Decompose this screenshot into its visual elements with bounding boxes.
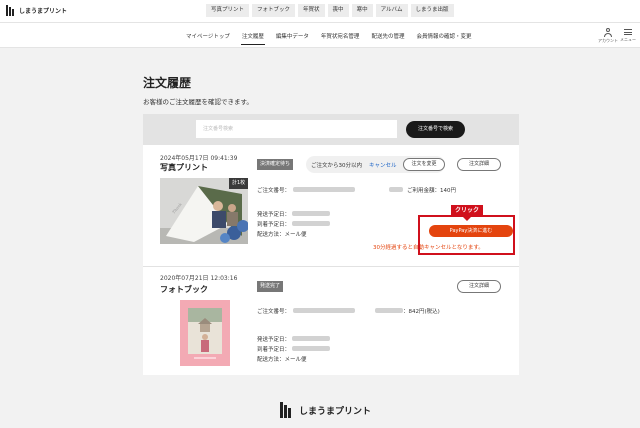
photobook-cover-image [180, 300, 230, 366]
annotation-arrow-icon [463, 217, 471, 221]
order-number-value [293, 187, 355, 192]
top-bar: しまうまプリント 写真プリント フォトブック 年賀状 喪中 寒中 アルバム しま… [0, 0, 640, 22]
footer-brand-logo[interactable]: しまうまプリント [280, 402, 371, 418]
order-product-name: フォトブック [160, 285, 208, 294]
page-subtitle: お客様のご注文履歴を確認できます。 [143, 98, 253, 106]
tab-photo-print[interactable]: 写真プリント [206, 4, 250, 17]
order-card: 2020年07月21日 12:03:16 フォトブック 発送完了 注文詳細 ご注… [143, 267, 519, 375]
order-price: ：842円(税込) [403, 309, 440, 315]
tab-kanchu[interactable]: 寒中 [351, 4, 373, 17]
order-detail-button[interactable]: 注文詳細 [457, 280, 501, 293]
order-number-value [293, 308, 355, 313]
arrival-date-label: 到着予定日： [257, 222, 291, 228]
menu-label: メニュー [620, 37, 636, 42]
photo-count-badge: 計1枚 [229, 178, 249, 189]
click-annotation-label: クリック [451, 205, 484, 217]
order-product-name: 写真プリント [160, 163, 208, 172]
ship-date-value [292, 211, 330, 216]
footer-brand-name: しまうまプリント [299, 406, 372, 417]
subnav-order-history[interactable]: 注文履歴 [240, 32, 265, 45]
order-date: 2024年05月17日 09:41:39 [160, 155, 238, 162]
order-search-bar: 注文番号で検索 [143, 114, 519, 145]
order-number-search-input[interactable] [196, 120, 397, 138]
order-number-label: ご注文番号： [257, 188, 291, 194]
delivery-method: 配送方法：メール便 [257, 232, 307, 238]
ship-date-label: 発送予定日： [257, 337, 291, 343]
zebra-logo-icon [6, 5, 16, 16]
status-badge: 決済確定待ち [257, 159, 294, 170]
cancel-order-link[interactable]: キャンセル [369, 161, 397, 169]
arrival-date-value [292, 221, 330, 226]
cancel-window-note: ご注文から30分以内 [311, 163, 362, 169]
page-title: 注文履歴 [143, 76, 192, 90]
order-date: 2020年07月21日 12:03:16 [160, 275, 238, 282]
arrival-date-value [292, 346, 330, 351]
subnav-editing-data[interactable]: 編集中データ [276, 32, 309, 40]
account-label: アカウント [598, 38, 618, 43]
brand-name: しまうまプリント [19, 8, 68, 15]
zebra-logo-icon [280, 402, 294, 418]
ship-date-value [292, 336, 330, 341]
arrival-date-label: 到着予定日： [257, 347, 291, 353]
status-badge: 発送完了 [257, 281, 284, 292]
order-detail-button[interactable]: 注文詳細 [457, 158, 501, 171]
category-tabs: 写真プリント フォトブック 年賀状 喪中 寒中 アルバム しまうま出版 [206, 4, 454, 17]
product-code-value [375, 308, 403, 313]
order-number-suffix [389, 187, 403, 192]
tab-nengajo[interactable]: 年賀状 [298, 4, 325, 17]
user-icon [604, 28, 612, 37]
subnav-shipping-addresses[interactable]: 配送先の管理 [371, 32, 404, 40]
search-by-order-number-button[interactable]: 注文番号で検索 [406, 121, 465, 138]
ship-date-label: 発送予定日： [257, 212, 291, 218]
account-subnav: マイページトップ 注文履歴 編集中データ 年賀状宛名管理 配送先の管理 会員情報… [0, 22, 640, 48]
delivery-method: 配送方法：メール便 [257, 357, 307, 363]
tab-publishing[interactable]: しまうま出版 [410, 4, 454, 17]
cancel-window-panel: ご注文から30分以内 キャンセル 注文を変更 [306, 156, 445, 173]
menu-button[interactable]: メニュー [620, 28, 636, 43]
tab-mochu[interactable]: 喪中 [327, 4, 349, 17]
brand-logo[interactable]: しまうまプリント [6, 5, 67, 16]
tab-photobook[interactable]: フォトブック [252, 4, 296, 17]
order-number-label: ご注文番号： [257, 309, 291, 315]
change-order-button[interactable]: 注文を変更 [403, 158, 445, 171]
subnav-mypage-top[interactable]: マイページトップ [186, 32, 230, 40]
order-total: ご利用金額：140円 [407, 188, 456, 194]
hamburger-icon [624, 28, 632, 36]
account-button[interactable]: アカウント [598, 28, 618, 44]
photobook-thumbnail[interactable] [180, 300, 230, 366]
subnav-address-book[interactable]: 年賀状宛名管理 [321, 32, 360, 40]
click-annotation-frame [418, 215, 515, 255]
subnav-member-info[interactable]: 会員情報の確認・変更 [416, 32, 471, 40]
tab-album[interactable]: アルバム [375, 4, 408, 17]
